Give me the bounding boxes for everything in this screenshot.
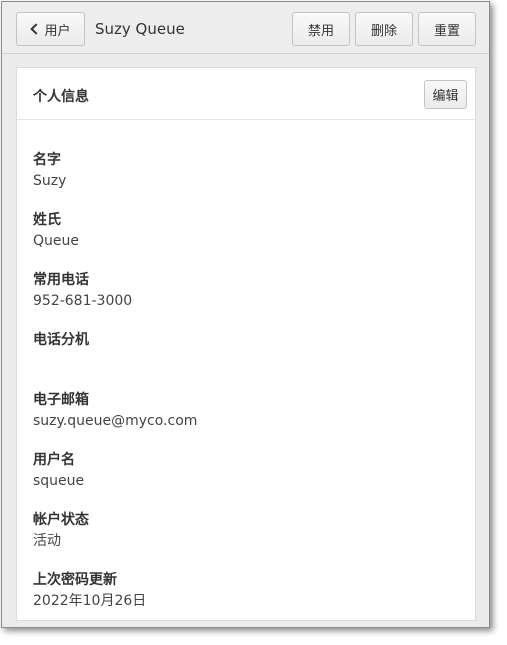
field-list: 名字 Suzy 姓氏 Queue 常用电话 952-681-3000 电话分机 … xyxy=(33,151,459,627)
field-value: 952-681-3000 xyxy=(33,293,133,309)
edit-button[interactable]: 编辑 xyxy=(424,80,467,109)
field-first-name: 名字 Suzy xyxy=(33,151,459,211)
field-username: 用户名 squeue xyxy=(33,451,459,511)
field-value xyxy=(33,351,459,371)
field-last-password-update: 上次密码更新 2022年10月26日 xyxy=(33,571,459,627)
chevron-left-icon xyxy=(30,23,43,35)
field-value: 活动 xyxy=(33,533,61,549)
field-label: 常用电话 xyxy=(33,272,89,288)
field-label: 用户名 xyxy=(33,452,75,468)
field-label: 姓氏 xyxy=(33,212,61,228)
field-account-status: 帐户状态 活动 xyxy=(33,511,459,571)
field-label: 电话分机 xyxy=(33,332,89,348)
personal-info-panel: 个人信息 编辑 名字 Suzy 姓氏 Queue 常用电话 952-681-30… xyxy=(16,67,476,621)
disable-button[interactable]: 禁用 xyxy=(292,12,350,46)
reset-button[interactable]: 重置 xyxy=(418,12,476,46)
field-value: squeue xyxy=(33,473,85,489)
field-value: Suzy xyxy=(33,173,67,189)
field-label: 名字 xyxy=(33,152,61,168)
field-label: 上次密码更新 xyxy=(33,572,117,588)
toolbar: 用户 Suzy Queue 禁用 删除 重置 xyxy=(2,2,489,54)
field-email: 电子邮箱 suzy.queue@myco.com xyxy=(33,391,459,451)
delete-button[interactable]: 删除 xyxy=(355,12,413,46)
panel-header: 个人信息 编辑 xyxy=(17,68,475,120)
field-extension: 电话分机 xyxy=(33,331,459,391)
panel-title: 个人信息 xyxy=(33,89,89,105)
field-phone: 常用电话 952-681-3000 xyxy=(33,271,459,331)
field-value: suzy.queue@myco.com xyxy=(33,413,198,429)
back-button-label: 用户 xyxy=(44,23,71,39)
field-value: Queue xyxy=(33,233,79,249)
field-label: 电子邮箱 xyxy=(33,392,89,408)
back-to-users-button[interactable]: 用户 xyxy=(16,12,85,46)
page-title: Suzy Queue xyxy=(95,20,185,38)
user-details-window: 用户 Suzy Queue 禁用 删除 重置 个人信息 编辑 名字 Suzy 姓… xyxy=(1,1,490,628)
field-last-name: 姓氏 Queue xyxy=(33,211,459,271)
field-label: 帐户状态 xyxy=(33,512,89,528)
field-value: 2022年10月26日 xyxy=(33,593,147,609)
